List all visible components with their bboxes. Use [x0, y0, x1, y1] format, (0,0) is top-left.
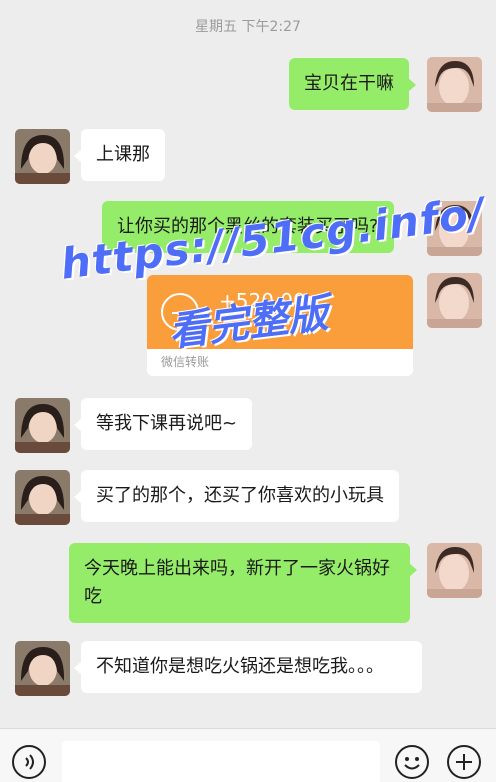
emoji-icon[interactable]	[395, 745, 429, 779]
avatar-contact[interactable]	[15, 641, 70, 696]
message-bubble-received[interactable]: 上课那	[74, 129, 165, 181]
plus-icon[interactable]	[447, 745, 481, 779]
avatar-self[interactable]	[427, 273, 482, 328]
avatar-self[interactable]	[427, 543, 482, 598]
avatar-contact[interactable]	[15, 470, 70, 525]
message-bubble-received[interactable]: 等我下课再说吧~	[73, 398, 253, 450]
message-bubble-sent[interactable]: 宝贝在干嘛	[289, 58, 416, 110]
chat-input-bar	[0, 728, 496, 782]
voice-icon[interactable]	[12, 745, 46, 779]
avatar-contact[interactable]	[15, 129, 70, 184]
message-bubble-sent[interactable]: 今天晚上能出来吗，新开了一家火锅好吃	[69, 543, 417, 623]
avatar-contact[interactable]	[15, 398, 70, 453]
message-bubble-received[interactable]: 不知道你是想吃火锅还是想吃我。。。	[74, 641, 422, 693]
message-bubble-received[interactable]: 买了的那个，还买了你喜欢的小玩具	[74, 470, 399, 522]
chat-timestamp: 星期五 下午2:27	[195, 19, 301, 35]
avatar-self[interactable]	[427, 57, 482, 112]
message-input[interactable]	[62, 741, 380, 782]
